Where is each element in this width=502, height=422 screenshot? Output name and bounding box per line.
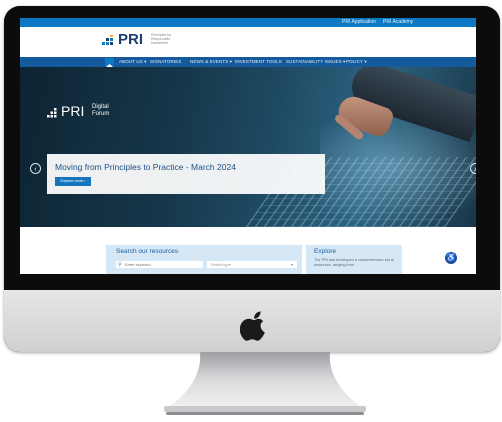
search-panel: Search our resources ⚲ Select type ▾ bbox=[106, 245, 302, 274]
search-input[interactable] bbox=[116, 261, 203, 268]
nav-item-news[interactable]: NEWS & EVENTS ▾ bbox=[190, 59, 232, 65]
nav-item-policy[interactable]: POLICY ▾ bbox=[346, 59, 367, 65]
resource-type-select[interactable]: Select type ▾ bbox=[207, 261, 297, 268]
main-nav: ABOUT US ▾ SIGNATORIES NEWS & EVENTS ▾ I… bbox=[20, 57, 476, 70]
pri-logo-text[interactable]: PRI bbox=[118, 31, 143, 48]
apple-logo-icon bbox=[240, 311, 265, 341]
slide-title: Moving from Principles to Practice - Mar… bbox=[55, 162, 236, 172]
digital-forum-line1: Digital bbox=[92, 104, 109, 110]
accessibility-button[interactable]: ♿ bbox=[444, 251, 458, 265]
nav-home-button[interactable] bbox=[105, 58, 114, 70]
hero-carousel: PRI Digital Forum ‹ › Moving from Princi… bbox=[20, 67, 476, 227]
browser-screen: PRI Application PRI Academy PRI Principl… bbox=[20, 18, 476, 274]
search-icon: ⚲ bbox=[118, 262, 122, 268]
topbar-link-academy[interactable]: PRI Academy bbox=[383, 19, 413, 25]
nav-item-tools[interactable]: INVESTMENT TOOLS bbox=[235, 59, 282, 64]
carousel-next-button[interactable]: › bbox=[470, 163, 476, 174]
slide-cta-button[interactable]: Explore more › bbox=[55, 177, 91, 186]
topbar-link-application[interactable]: PRI Application bbox=[342, 19, 376, 25]
nav-item-issues[interactable]: SUSTAINABILITY ISSUES ▾ bbox=[286, 59, 345, 65]
pri-tagline: Principles for Responsible Investment bbox=[151, 33, 172, 45]
explore-panel: Explore The PRI has developed a comprehe… bbox=[306, 245, 402, 274]
nav-item-about[interactable]: ABOUT US ▾ bbox=[119, 59, 146, 65]
resources-section: Search our resources ⚲ Select type ▾ Exp… bbox=[20, 227, 476, 274]
digital-forum-line2: Forum bbox=[92, 111, 110, 117]
nav-item-signatories[interactable]: SIGNATORIES bbox=[150, 59, 181, 64]
search-title: Search our resources bbox=[116, 248, 179, 255]
digital-forum-pri-text: PRI bbox=[61, 103, 85, 119]
pri-logo-squares-icon bbox=[102, 35, 113, 45]
digital-forum-label: Digital Forum bbox=[92, 104, 109, 118]
chevron-down-icon: ▾ bbox=[290, 262, 293, 267]
monitor-stand bbox=[164, 352, 366, 415]
carousel-prev-button[interactable]: ‹ bbox=[30, 163, 41, 174]
slide-card: Moving from Principles to Practice - Mar… bbox=[47, 154, 325, 194]
explore-title: Explore bbox=[314, 248, 337, 255]
select-value: Select type bbox=[211, 262, 231, 267]
top-utility-bar: PRI Application PRI Academy bbox=[20, 18, 476, 27]
digital-forum-squares-icon bbox=[47, 108, 57, 118]
explore-text: The PRI has developed a comprehensive se… bbox=[314, 258, 394, 267]
site-header: PRI Principles for Responsible Investmen… bbox=[20, 27, 476, 57]
